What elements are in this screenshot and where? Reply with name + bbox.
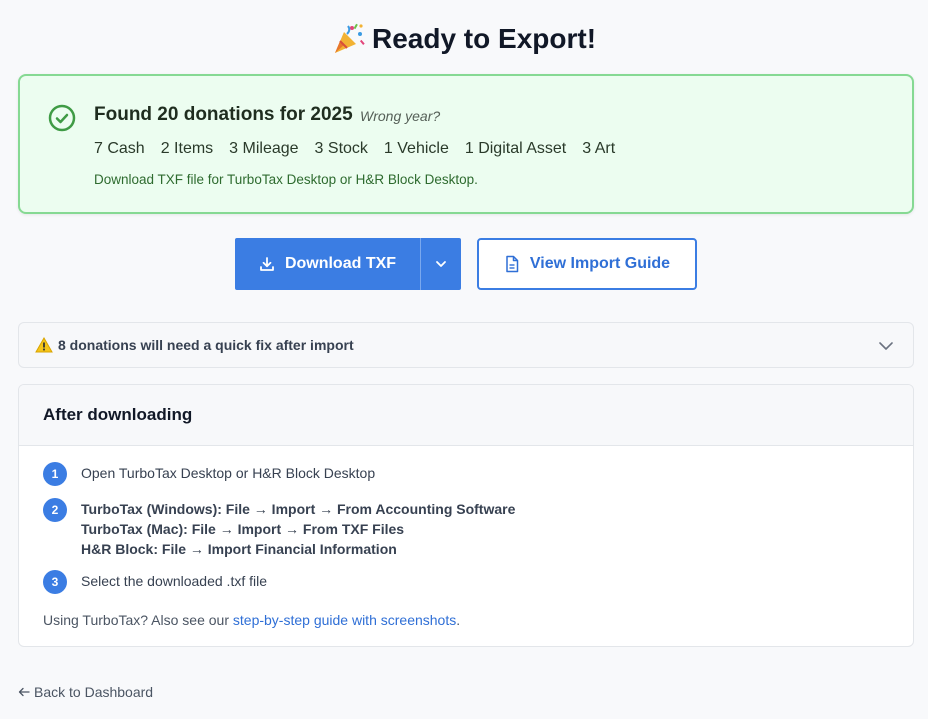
download-txf-button[interactable]: Download TXF [235,238,420,290]
fix-warning-accordion[interactable]: 8 donations will need a quick fix after … [18,322,914,368]
document-icon [506,255,519,273]
chevron-down-icon [879,342,893,350]
step-3: 3 Select the downloaded .txf file [43,570,267,594]
after-downloading-card: After downloading 1 Open TurboTax Deskto… [18,384,914,647]
turbotax-mac-path: TurboTax (Mac): File → Import → From TXF… [81,521,405,537]
count-stock: 3 Stock [314,140,368,157]
turbotax-guide-note: Using TurboTax? Also see our step-by-ste… [43,612,460,628]
step-number: 1 [43,462,67,486]
download-button-group: Download TXF [235,238,461,290]
step-2: 2 TurboTax (Windows): File → Import → Fr… [43,498,515,559]
donation-counts: 7 Cash 2 Items 3 Mileage 3 Stock 1 Vehic… [94,140,615,158]
warning-text: 8 donations will need a quick fix after … [58,337,354,353]
view-import-guide-button[interactable]: View Import Guide [477,238,697,290]
count-vehicle: 1 Vehicle [383,140,449,157]
count-cash: 7 Cash [94,140,145,157]
step-text: Open TurboTax Desktop or H&R Block Deskt… [81,465,376,481]
found-donations-title: Found 20 donations for 2025 [94,104,353,125]
warning-icon [35,337,53,353]
check-circle-icon [48,104,76,132]
count-art: 3 Art [582,140,616,157]
summary-description: Download TXF file for TurboTax Desktop o… [94,172,478,187]
step-by-step-guide-link[interactable]: step-by-step guide with screenshots [233,612,456,628]
download-options-dropdown[interactable] [420,238,461,290]
after-downloading-title: After downloading [19,385,913,446]
back-to-dashboard-link[interactable]: Back to Dashboard [18,684,153,700]
step-text: Select the downloaded .txf file [81,573,268,589]
step-number: 3 [43,570,67,594]
party-popper-icon [334,23,365,53]
count-digital-asset: 1 Digital Asset [464,140,567,157]
note-prefix: Using TurboTax? Also see our [43,612,233,628]
step-number: 2 [43,498,67,522]
view-import-guide-label: View Import Guide [529,255,671,272]
chevron-down-icon [436,261,446,267]
arrow-left-icon [18,687,30,697]
turbotax-windows-path: TurboTax (Windows): File → Import → From… [81,501,516,517]
count-mileage: 3 Mileage [229,140,299,157]
success-summary-card: Found 20 donations for 2025 Wrong year? … [18,74,914,214]
download-icon [260,257,274,271]
count-items: 2 Items [160,140,214,157]
step-text: TurboTax (Windows): File → Import → From… [81,498,515,559]
hr-block-path: H&R Block: File → Import Financial Infor… [81,541,397,557]
step-1: 1 Open TurboTax Desktop or H&R Block Des… [43,462,375,486]
wrong-year-link[interactable]: Wrong year? [360,108,440,124]
page-title: Ready to Export! [0,22,928,56]
page-title-text: Ready to Export! [371,23,597,54]
back-to-dashboard-label: Back to Dashboard [34,684,154,700]
download-txf-label: Download TXF [284,255,397,272]
note-suffix: . [456,612,461,628]
